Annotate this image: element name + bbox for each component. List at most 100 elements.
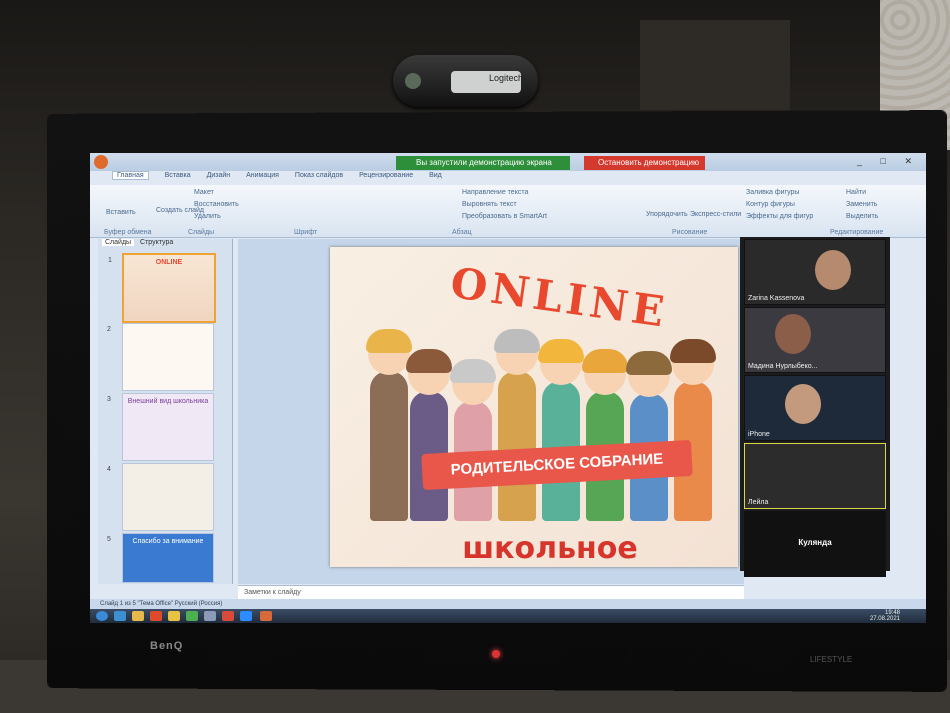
thumbnail-number: 5 <box>107 536 111 543</box>
stop-share-button[interactable]: Остановить демонстрацию <box>584 156 705 170</box>
participant-name: iPhone <box>748 431 770 438</box>
monitor-brand: BenQ <box>150 640 184 652</box>
tab-animation[interactable]: Анимация <box>246 172 279 179</box>
webcam-lens <box>405 73 421 89</box>
group-slides: Слайды <box>188 229 215 236</box>
pane-tabs: Слайды Структура <box>98 239 232 249</box>
office-button-icon[interactable] <box>94 155 108 169</box>
select-button[interactable]: Выделить <box>846 213 878 220</box>
tab-design[interactable]: Дизайн <box>207 172 231 179</box>
arrange-button[interactable]: Упорядочить <box>646 211 688 218</box>
figure-grandpa <box>494 329 540 521</box>
replace-button[interactable]: Заменить <box>846 201 877 208</box>
opera-icon[interactable] <box>150 611 162 621</box>
participant-name: Лейла <box>748 499 769 506</box>
video-tile[interactable]: Мадина Нурлыбеко... <box>744 307 886 373</box>
group-paragraph: Абзац <box>452 229 472 236</box>
group-font: Шрифт <box>294 229 318 236</box>
figure-hair <box>406 349 452 373</box>
participant-name: Кулянда <box>798 538 832 547</box>
yandex-browser-icon[interactable] <box>222 611 234 621</box>
monitor-model: LIFESTYLE <box>810 655 853 664</box>
taskbar: 19:48 27.08.2021 <box>90 609 926 623</box>
group-drawing: Рисование <box>672 229 708 236</box>
thumbnail-number: 4 <box>107 466 111 473</box>
figure-hair <box>494 329 540 353</box>
slide-thumbnail[interactable]: 2 <box>107 323 214 391</box>
video-tile[interactable]: Zarina Kassenova <box>744 239 886 305</box>
participant-face <box>815 250 851 290</box>
zoom-share-notice: Вы запустили демонстрацию экрана <box>396 156 570 170</box>
clock-date: 27.08.2021 <box>869 616 900 622</box>
ribbon-tabs: Главная Вставка Дизайн Анимация Показ сл… <box>112 171 456 185</box>
zoom-icon[interactable] <box>240 611 252 621</box>
participant-name: Zarina Kassenova <box>748 295 805 302</box>
align-text-button[interactable]: Выровнять текст <box>462 201 517 208</box>
notes-field[interactable]: Заметки к слайду <box>238 585 744 599</box>
background-shelf <box>640 20 790 110</box>
slide-thumbnail[interactable]: 4 <box>107 463 214 531</box>
slide-thumbnail[interactable]: 5 Спасибо за внимание <box>107 533 214 583</box>
group-clipboard: Буфер обмена <box>104 229 152 236</box>
delete-button[interactable]: Удалить <box>194 213 221 220</box>
webcam: Logitech <box>393 55 538 107</box>
tab-home[interactable]: Главная <box>112 171 149 180</box>
paste-button[interactable]: Вставить <box>106 209 136 216</box>
thumbnail-title: Внешний вид школьника <box>127 398 209 405</box>
start-icon[interactable] <box>96 611 108 621</box>
video-tile[interactable]: iPhone <box>744 375 886 441</box>
system-clock[interactable]: 19:48 27.08.2021 <box>870 610 900 622</box>
tab-slides[interactable]: Слайды <box>102 239 135 246</box>
tab-view[interactable]: Вид <box>429 172 442 179</box>
slide-title: ONLINE <box>447 258 671 337</box>
figure-hair <box>582 349 628 373</box>
folder-icon[interactable] <box>132 611 144 621</box>
thumbnail-number: 3 <box>107 396 111 403</box>
thumbnail-number: 2 <box>107 326 111 333</box>
video-tile-active[interactable]: Лейла <box>744 443 886 509</box>
quick-styles-button[interactable]: Экспресс-стили <box>690 211 741 218</box>
ie-icon[interactable] <box>114 611 126 621</box>
participant-face <box>775 314 811 354</box>
power-led[interactable] <box>492 650 500 658</box>
monitor-screen: Вы запустили демонстрацию экрана Останов… <box>90 153 926 623</box>
tab-slideshow[interactable]: Показ слайдов <box>295 172 343 179</box>
title-bar: Вы запустили демонстрацию экрана Останов… <box>90 153 926 171</box>
webcam-brand: Logitech <box>489 73 524 83</box>
thumbnail-title: ONLINE <box>155 259 183 266</box>
tab-outline[interactable]: Структура <box>140 239 173 246</box>
reset-button[interactable]: Восстановить <box>194 201 239 208</box>
shape-effects-button[interactable]: Эффекты для фигур <box>746 213 813 220</box>
smartart-button[interactable]: Преобразовать в SmartArt <box>462 213 547 220</box>
tab-insert[interactable]: Вставка <box>165 172 191 179</box>
powerpoint-icon[interactable] <box>260 611 272 621</box>
app-icon[interactable] <box>204 611 216 621</box>
participant-face <box>785 384 821 424</box>
shape-outline-button[interactable]: Контур фигуры <box>746 201 795 208</box>
figure-hair <box>670 339 716 363</box>
layout-button[interactable]: Макет <box>194 189 214 196</box>
video-tile[interactable]: Кулянда <box>744 511 886 577</box>
window-controls[interactable]: _ □ ✕ <box>857 156 920 167</box>
chrome-icon[interactable] <box>186 611 198 621</box>
zoom-video-panel: Zarina Kassenova Мадина Нурлыбеко... iPh… <box>740 237 890 577</box>
yandex-icon[interactable] <box>168 611 180 621</box>
figure-hair <box>626 351 672 375</box>
slide-thumbnail[interactable]: 3 Внешний вид школьника <box>107 393 214 461</box>
ribbon: Вставить Создать слайд Макет Восстановит… <box>90 185 926 238</box>
tab-review[interactable]: Рецензирование <box>359 172 413 179</box>
slide-editing-area: ONLINE РОДИТЕЛЬСКОЕ СОБРАНИЕ школьное <box>238 239 744 584</box>
text-direction-button[interactable]: Направление текста <box>462 189 528 196</box>
figure-father <box>366 329 412 521</box>
figure-hair <box>366 329 412 353</box>
status-bar: Слайд 1 из 5 "Тема Office" Русский (Росс… <box>90 599 926 609</box>
shape-fill-button[interactable]: Заливка фигуры <box>746 189 799 196</box>
thumbnail-title: Спасибо за внимание <box>132 538 204 545</box>
find-button[interactable]: Найти <box>846 189 866 196</box>
slide-thumbnail[interactable]: 1 ONLINE <box>108 253 216 323</box>
figure-hair <box>538 339 584 363</box>
current-slide[interactable]: ONLINE РОДИТЕЛЬСКОЕ СОБРАНИЕ школьное <box>330 247 738 567</box>
slide-subtitle: школьное <box>462 531 638 566</box>
group-editing: Редактирование <box>830 229 884 236</box>
figure-hair <box>450 359 496 383</box>
